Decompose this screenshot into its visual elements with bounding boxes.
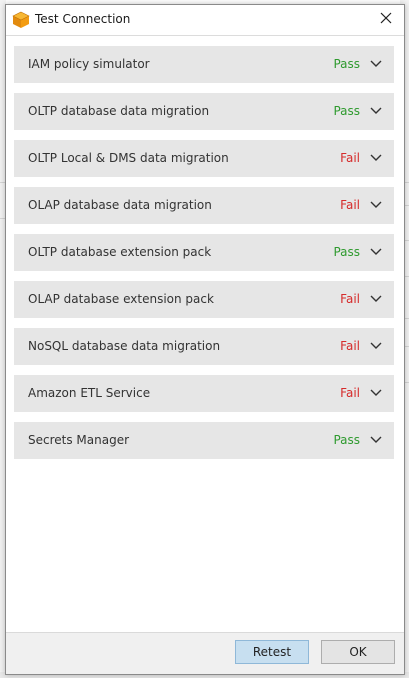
aws-box-icon (12, 11, 30, 29)
status-fail: Fail (340, 386, 360, 400)
ok-button[interactable]: OK (321, 640, 395, 664)
test-connection-dialog: Test Connection IAM policy simulator Pas… (5, 4, 405, 675)
check-row-oltp-database-extension-pack[interactable]: OLTP database extension pack Pass (14, 234, 394, 271)
check-label: OLTP Local & DMS data migration (28, 151, 229, 165)
chevron-down-icon[interactable] (370, 60, 382, 68)
retest-button[interactable]: Retest (235, 640, 309, 664)
status-pass: Pass (333, 245, 360, 259)
check-row-olap-database-data-migration[interactable]: OLAP database data migration Fail (14, 187, 394, 224)
check-row-nosql-database-data-migration[interactable]: NoSQL database data migration Fail (14, 328, 394, 365)
chevron-down-icon[interactable] (370, 342, 382, 350)
close-button[interactable] (368, 5, 404, 34)
check-row-olap-database-extension-pack[interactable]: OLAP database extension pack Fail (14, 281, 394, 318)
dialog-footer: Retest OK (6, 632, 404, 674)
chevron-down-icon[interactable] (370, 248, 382, 256)
status-fail: Fail (340, 198, 360, 212)
status-pass: Pass (333, 433, 360, 447)
status-fail: Fail (340, 292, 360, 306)
check-row-oltp-local-dms-data-migration[interactable]: OLTP Local & DMS data migration Fail (14, 140, 394, 177)
dialog-title: Test Connection (35, 12, 131, 26)
status-pass: Pass (333, 57, 360, 71)
check-row-amazon-etl-service[interactable]: Amazon ETL Service Fail (14, 375, 394, 412)
chevron-down-icon[interactable] (370, 295, 382, 303)
chevron-down-icon[interactable] (370, 436, 382, 444)
chevron-down-icon[interactable] (370, 201, 382, 209)
chevron-down-icon[interactable] (370, 107, 382, 115)
check-label: Secrets Manager (28, 433, 130, 447)
status-pass: Pass (333, 104, 360, 118)
check-label: OLTP database extension pack (28, 245, 212, 259)
close-icon (380, 12, 392, 27)
check-label: NoSQL database data migration (28, 339, 221, 353)
check-label: Amazon ETL Service (28, 386, 151, 400)
check-row-secrets-manager[interactable]: Secrets Manager Pass (14, 422, 394, 459)
check-label: OLAP database data migration (28, 198, 212, 212)
status-fail: Fail (340, 339, 360, 353)
check-label: OLTP database data migration (28, 104, 210, 118)
check-row-iam-policy-simulator[interactable]: IAM policy simulator Pass (14, 46, 394, 83)
checks-panel: IAM policy simulator Pass OLTP database … (6, 35, 404, 634)
title-bar: Test Connection (6, 5, 404, 34)
check-label: IAM policy simulator (28, 57, 150, 71)
chevron-down-icon[interactable] (370, 154, 382, 162)
check-row-oltp-database-data-migration[interactable]: OLTP database data migration Pass (14, 93, 394, 130)
chevron-down-icon[interactable] (370, 389, 382, 397)
check-label: OLAP database extension pack (28, 292, 214, 306)
status-fail: Fail (340, 151, 360, 165)
